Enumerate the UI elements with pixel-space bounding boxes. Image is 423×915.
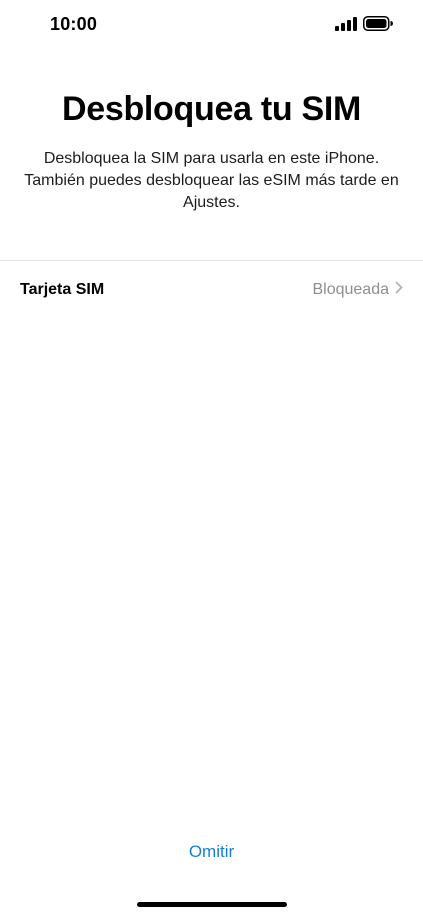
skip-button[interactable]: Omitir: [0, 842, 423, 862]
home-indicator[interactable]: [137, 902, 287, 907]
battery-full-icon: [363, 16, 393, 36]
status-icons: [335, 16, 393, 36]
sim-card-row[interactable]: Tarjeta SIM Bloqueada: [0, 261, 423, 319]
sim-card-label: Tarjeta SIM: [20, 281, 105, 298]
status-bar: 10:00: [0, 0, 423, 50]
sim-card-status-group: Bloqueada: [312, 281, 403, 299]
sim-card-status: Bloqueada: [312, 281, 389, 298]
page-title: Desbloquea tu SIM: [61, 90, 362, 128]
page-subtitle: Desbloquea la SIM para usarla en este iP…: [24, 150, 399, 211]
chevron-right-icon: [395, 281, 403, 299]
status-time: 10:00: [50, 14, 98, 34]
cellular-signal-icon: [335, 16, 357, 36]
